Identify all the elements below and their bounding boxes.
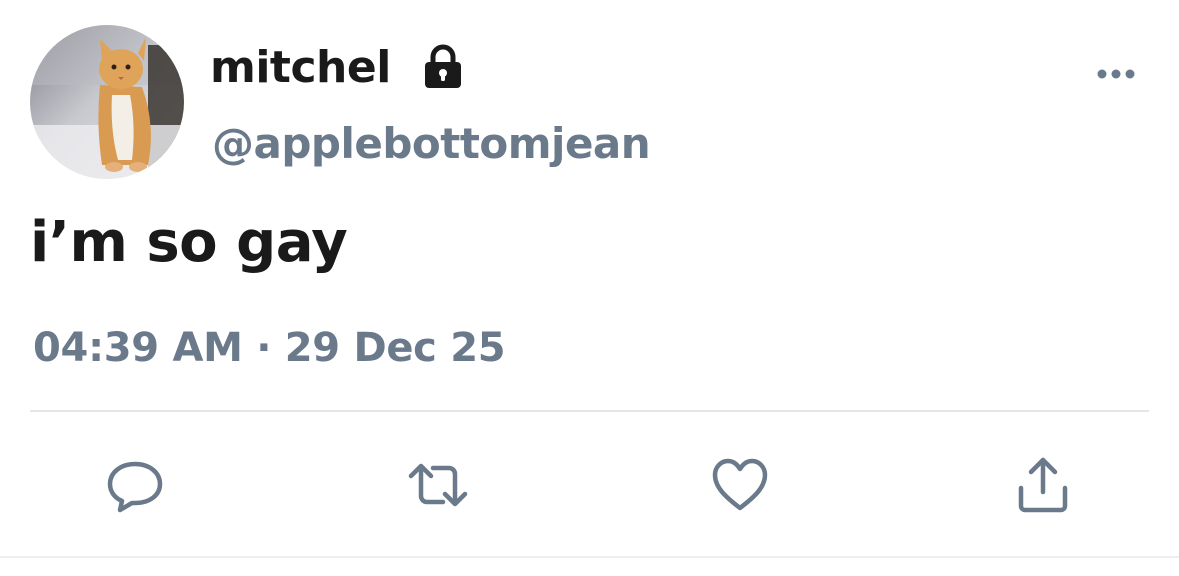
reply-button[interactable] bbox=[100, 450, 170, 520]
retweet-icon bbox=[408, 463, 468, 507]
lock-icon bbox=[425, 44, 461, 88]
like-icon bbox=[712, 458, 768, 511]
tweet-text: i’m so gay bbox=[30, 210, 348, 275]
timestamp[interactable]: 04:39 AM · 29 Dec 25 bbox=[33, 322, 506, 374]
divider bbox=[30, 410, 1149, 412]
retweet-button[interactable] bbox=[403, 450, 473, 520]
display-name[interactable]: mitchel bbox=[210, 40, 391, 96]
like-button[interactable] bbox=[705, 450, 775, 520]
share-button[interactable] bbox=[1008, 450, 1078, 520]
bottom-border bbox=[0, 556, 1179, 558]
more-options-icon[interactable] bbox=[1094, 60, 1138, 88]
action-bar bbox=[0, 450, 1179, 520]
reply-icon bbox=[107, 461, 163, 513]
handle[interactable]: @applebottomjean bbox=[212, 116, 651, 172]
share-icon bbox=[1018, 457, 1068, 513]
avatar[interactable] bbox=[30, 25, 184, 179]
cat-avatar-image bbox=[30, 25, 184, 179]
